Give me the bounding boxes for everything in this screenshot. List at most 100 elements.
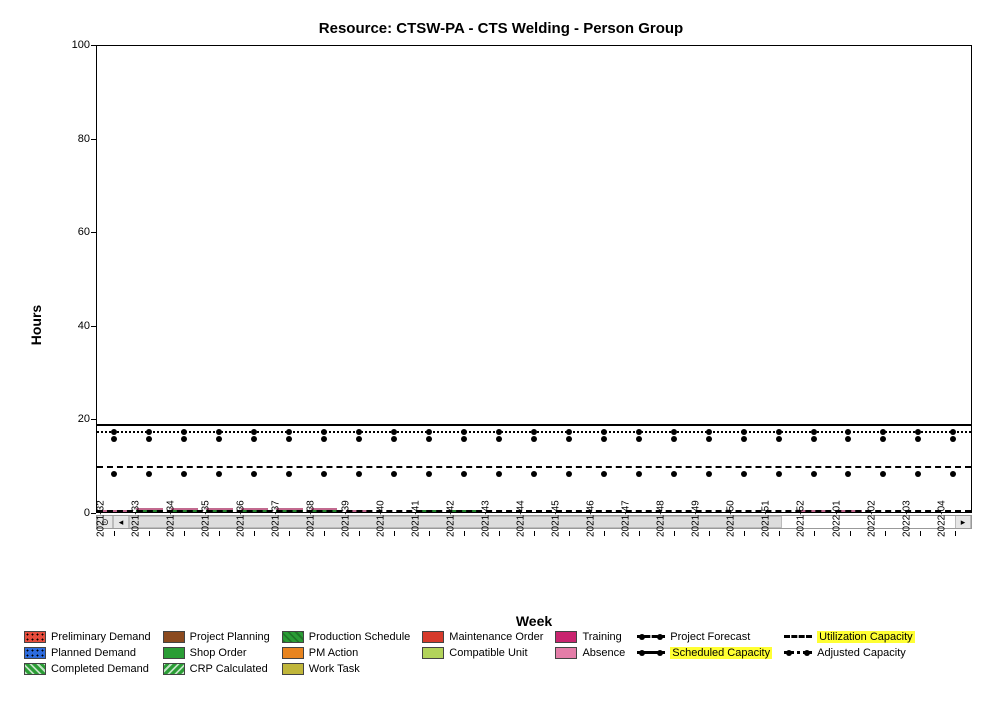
plot-area bbox=[96, 45, 972, 513]
x-tick: 2021-36 bbox=[236, 531, 271, 605]
marker-dot bbox=[356, 471, 362, 477]
y-tick: 40 bbox=[50, 320, 90, 332]
marker-dot bbox=[111, 436, 117, 442]
marker-dot bbox=[950, 471, 956, 477]
marker-dot bbox=[741, 471, 747, 477]
bar-slot bbox=[132, 46, 167, 512]
legend: Preliminary Demand Planned Demand Comple… bbox=[20, 631, 982, 675]
marker-dot bbox=[845, 471, 851, 477]
x-tick-label: 2021-52 bbox=[796, 500, 807, 537]
bar-slot bbox=[936, 46, 971, 512]
x-tick: 2021-33 bbox=[131, 531, 166, 605]
marker-dot bbox=[321, 471, 327, 477]
bar-slot bbox=[412, 46, 447, 512]
marker-dot bbox=[915, 471, 921, 477]
x-tick: 2022-04 bbox=[937, 531, 972, 605]
capacity-line bbox=[97, 431, 971, 433]
bar-slot bbox=[447, 46, 482, 512]
scroll-right-button[interactable]: ▸ bbox=[955, 516, 971, 528]
marker-dot bbox=[636, 471, 642, 477]
marker-dot bbox=[426, 471, 432, 477]
marker-dot bbox=[146, 471, 152, 477]
marker-dot bbox=[811, 471, 817, 477]
x-tick-label: 2021-43 bbox=[481, 500, 492, 537]
marker-dot bbox=[531, 471, 537, 477]
marker-dot bbox=[845, 436, 851, 442]
bar-slot bbox=[586, 46, 621, 512]
x-tick: 2021-37 bbox=[271, 531, 306, 605]
bar-slot bbox=[516, 46, 551, 512]
marker-dot bbox=[811, 436, 817, 442]
bar-slot bbox=[901, 46, 936, 512]
x-tick: 2021-38 bbox=[306, 531, 341, 605]
marker-dot bbox=[950, 436, 956, 442]
legend-planned-demand: Planned Demand bbox=[24, 647, 151, 659]
legend-production-schedule: Production Schedule bbox=[282, 631, 411, 643]
marker-dot bbox=[181, 436, 187, 442]
bar-slot bbox=[726, 46, 761, 512]
marker-dot bbox=[741, 436, 747, 442]
marker-dot bbox=[426, 436, 432, 442]
marker-dot bbox=[461, 436, 467, 442]
bar-slot bbox=[481, 46, 516, 512]
marker-dot bbox=[496, 471, 502, 477]
y-tick: 20 bbox=[50, 413, 90, 425]
marker-dot bbox=[286, 471, 292, 477]
bar-slot bbox=[551, 46, 586, 512]
x-tick-label: 2022-02 bbox=[866, 500, 877, 537]
bars-container bbox=[97, 46, 971, 512]
bar-slot bbox=[202, 46, 237, 512]
y-tick: 0 bbox=[50, 507, 90, 519]
x-tick: 2022-02 bbox=[867, 531, 902, 605]
x-tick-label: 2021-37 bbox=[270, 500, 281, 537]
x-axis-label: Week bbox=[96, 613, 972, 629]
legend-scheduled-capacity: Scheduled Capacity bbox=[637, 647, 772, 659]
marker-dot bbox=[880, 436, 886, 442]
legend-project-planning: Project Planning bbox=[163, 631, 270, 643]
x-tick-label: 2022-03 bbox=[901, 500, 912, 537]
x-tick: 2021-42 bbox=[446, 531, 481, 605]
marker-dot bbox=[216, 471, 222, 477]
bar-slot bbox=[691, 46, 726, 512]
legend-compatible-unit: Compatible Unit bbox=[422, 647, 543, 659]
x-tick-label: 2021-49 bbox=[691, 500, 702, 537]
marker-dot bbox=[601, 471, 607, 477]
legend-shop-order: Shop Order bbox=[163, 647, 270, 659]
marker-dot bbox=[321, 436, 327, 442]
x-tick-label: 2022-04 bbox=[936, 500, 947, 537]
marker-dot bbox=[776, 436, 782, 442]
bar-slot bbox=[342, 46, 377, 512]
x-tick-label: 2021-45 bbox=[551, 500, 562, 537]
capacity-line bbox=[97, 466, 971, 468]
x-tick-label: 2021-39 bbox=[340, 500, 351, 537]
x-tick-label: 2021-51 bbox=[761, 500, 772, 537]
chart-page: { "title": "Resource: CTSW-PA - CTS Weld… bbox=[0, 0, 1002, 715]
bar-slot bbox=[796, 46, 831, 512]
x-tick-label: 2021-36 bbox=[235, 500, 246, 537]
legend-utilization-capacity: Utilization Capacity bbox=[784, 631, 915, 643]
x-tick-label: 2021-34 bbox=[165, 500, 176, 537]
x-tick-label: 2021-33 bbox=[130, 500, 141, 537]
bar-slot bbox=[167, 46, 202, 512]
x-tick-label: 2021-48 bbox=[656, 500, 667, 537]
marker-dot bbox=[391, 471, 397, 477]
x-tick: 2021-41 bbox=[411, 531, 446, 605]
bar-slot bbox=[377, 46, 412, 512]
x-tick-label: 2021-40 bbox=[376, 500, 387, 537]
marker-dot bbox=[146, 436, 152, 442]
marker-dot bbox=[111, 471, 117, 477]
x-tick: 2021-44 bbox=[517, 531, 552, 605]
marker-dot bbox=[776, 471, 782, 477]
bar-slot bbox=[97, 46, 132, 512]
marker-dot bbox=[496, 436, 502, 442]
x-tick-label: 2021-35 bbox=[200, 500, 211, 537]
marker-dot bbox=[251, 436, 257, 442]
bar-slot bbox=[866, 46, 901, 512]
marker-dot bbox=[566, 471, 572, 477]
bar-slot bbox=[237, 46, 272, 512]
marker-dot bbox=[671, 436, 677, 442]
scroll-left-button[interactable]: ◂ bbox=[113, 516, 129, 528]
x-axis: 2021-322021-332021-342021-352021-362021-… bbox=[96, 531, 972, 605]
legend-adjusted-capacity: Adjusted Capacity bbox=[784, 647, 915, 659]
x-tick-label: 2021-47 bbox=[621, 500, 632, 537]
